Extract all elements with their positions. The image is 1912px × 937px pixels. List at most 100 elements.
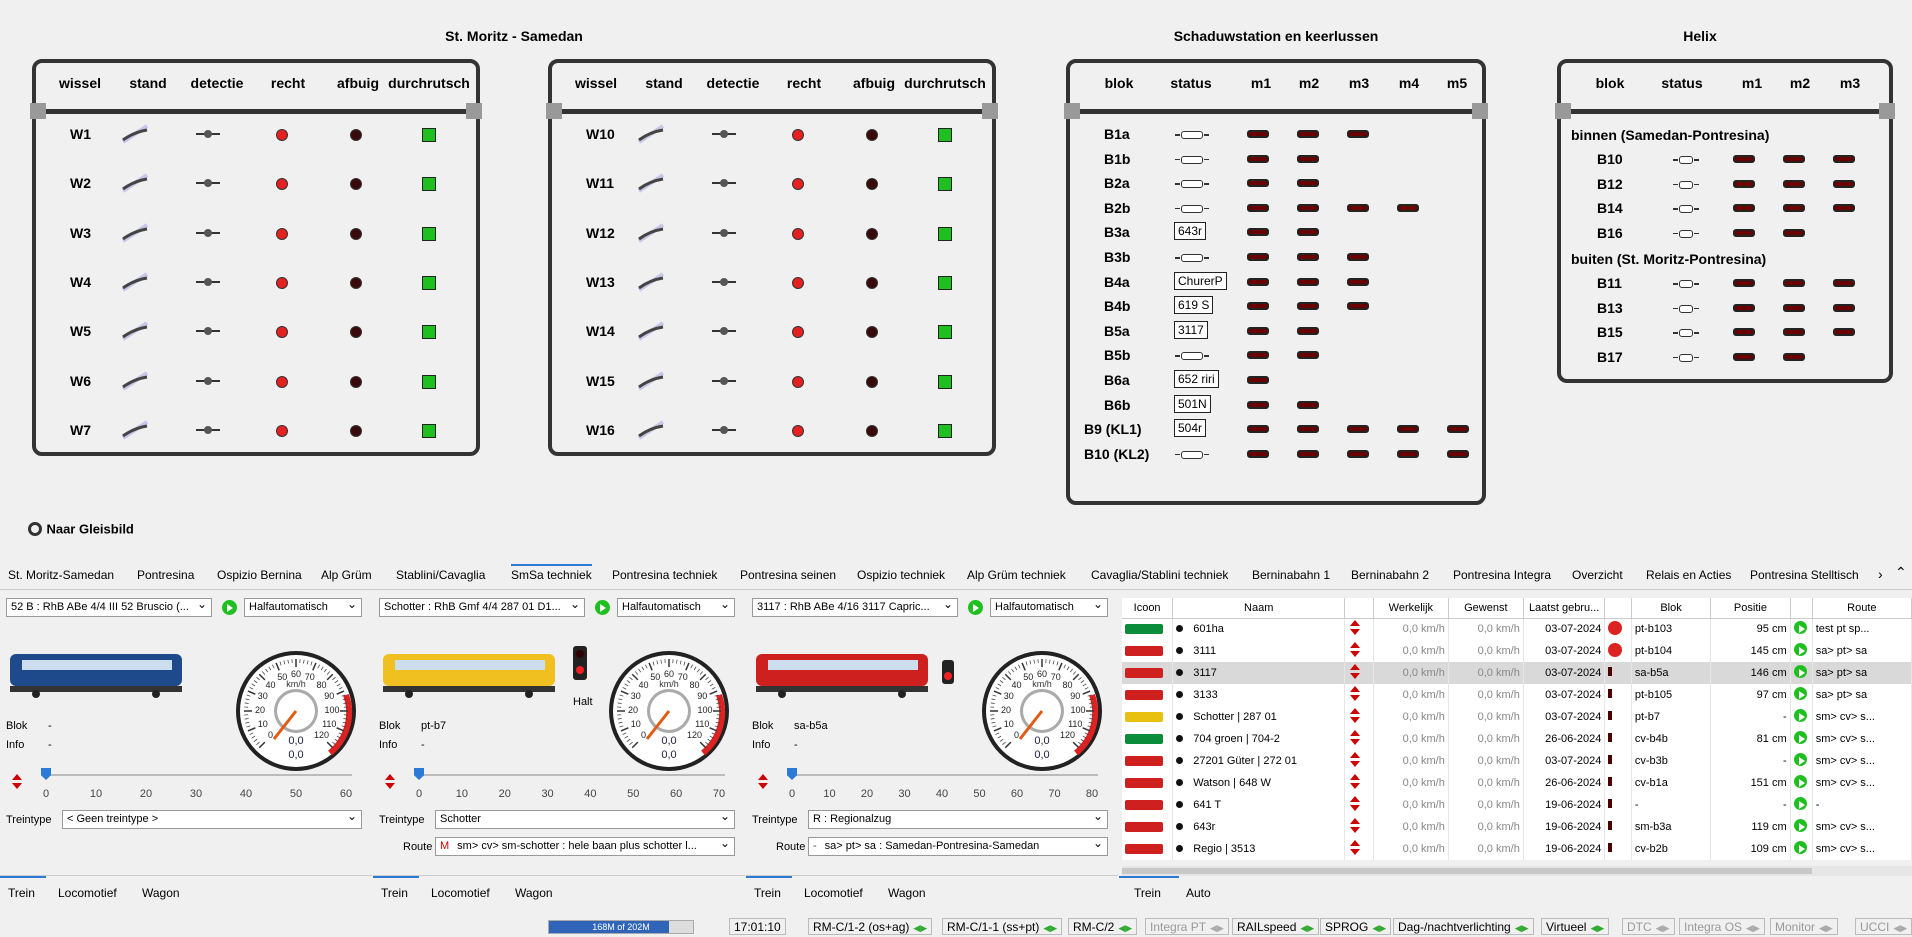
- tab-pontresina-techniek[interactable]: Pontresina techniek: [612, 568, 717, 582]
- throttle-tab[interactable]: Locomotief: [804, 886, 863, 900]
- direction-arrows-icon[interactable]: [10, 773, 24, 791]
- connection-status[interactable]: SPROG ◀▶: [1320, 918, 1392, 935]
- connection-status[interactable]: RM-C/1-1 (ss+pt) ◀▶: [942, 918, 1063, 935]
- switch-position-icon[interactable]: [120, 169, 150, 199]
- play-icon[interactable]: [1790, 640, 1813, 662]
- tab-smsa-techniek[interactable]: SmSa techniek: [511, 564, 592, 582]
- tab-stablini-cavaglia[interactable]: Stablini/Cavaglia: [396, 568, 485, 582]
- column-header[interactable]: [1790, 598, 1813, 619]
- table-tab[interactable]: Auto: [1186, 886, 1211, 900]
- tab-pontresina-seinen[interactable]: Pontresina seinen: [740, 568, 836, 582]
- direction-icon[interactable]: [1344, 750, 1374, 772]
- naar-gleisbild-button[interactable]: Naar Gleisbild: [28, 520, 134, 538]
- mode-select[interactable]: Halfautomatisch: [244, 598, 362, 617]
- mode-select[interactable]: Halfautomatisch: [990, 598, 1108, 617]
- chevron-up-icon[interactable]: ⌃: [1895, 564, 1907, 581]
- throttle-tab[interactable]: Wagon: [142, 886, 180, 900]
- tab-berninabahn-2[interactable]: Berninabahn 2: [1351, 568, 1429, 582]
- tab-berninabahn-1[interactable]: Berninabahn 1: [1252, 568, 1330, 582]
- loco-select[interactable]: Schotter : RhB Gmf 4/4 287 01 D1...: [379, 598, 585, 617]
- throttle-tab[interactable]: Trein: [8, 886, 35, 900]
- table-row[interactable]: 643r 0,0 km/h 0,0 km/h 19-06-2024 sm-b3a…: [1122, 816, 1912, 838]
- column-header[interactable]: Werkelijk: [1373, 598, 1449, 619]
- switch-position-icon[interactable]: [636, 367, 666, 397]
- play-icon[interactable]: [1790, 662, 1813, 684]
- switch-position-icon[interactable]: [120, 367, 150, 397]
- loco-select[interactable]: 52 B : RhB ABe 4/4 III 52 Bruscio (...: [6, 598, 212, 617]
- table-row[interactable]: 601ha 0,0 km/h 0,0 km/h 03-07-2024 pt-b1…: [1122, 618, 1912, 640]
- speed-slider[interactable]: [414, 768, 725, 780]
- table-row[interactable]: 641 T 0,0 km/h 0,0 km/h 19-06-2024 - - -: [1122, 794, 1912, 816]
- play-icon[interactable]: [1790, 684, 1813, 706]
- play-icon[interactable]: [1790, 706, 1813, 728]
- direction-icon[interactable]: [1344, 684, 1374, 706]
- throttle-tab[interactable]: Wagon: [888, 886, 926, 900]
- direction-icon[interactable]: [1344, 772, 1374, 794]
- tab-relais-en-acties[interactable]: Relais en Acties: [1646, 568, 1731, 582]
- throttle-tab[interactable]: Wagon: [515, 886, 553, 900]
- play-icon[interactable]: [1790, 772, 1813, 794]
- direction-arrows-icon[interactable]: [756, 773, 770, 791]
- play-icon[interactable]: [968, 600, 983, 615]
- connection-status[interactable]: Monitor ◀▶: [1770, 918, 1838, 935]
- column-header[interactable]: [1604, 598, 1632, 619]
- direction-icon[interactable]: [1344, 794, 1374, 816]
- connection-status[interactable]: Virtueel ◀▶: [1541, 918, 1610, 935]
- connection-status[interactable]: Integra PT ◀▶: [1145, 918, 1229, 935]
- play-icon[interactable]: [222, 600, 237, 615]
- speed-slider[interactable]: [787, 768, 1098, 780]
- mode-select[interactable]: Halfautomatisch: [617, 598, 735, 617]
- tab-pontresina[interactable]: Pontresina: [137, 568, 194, 582]
- connection-status[interactable]: Integra OS ◀▶: [1679, 918, 1765, 935]
- table-row[interactable]: 27201 Güter | 272 01 0,0 km/h 0,0 km/h 0…: [1122, 750, 1912, 772]
- play-icon[interactable]: [595, 600, 610, 615]
- table-row[interactable]: Regio | 3513 0,0 km/h 0,0 km/h 19-06-202…: [1122, 838, 1912, 860]
- column-header[interactable]: Route: [1812, 598, 1912, 619]
- direction-icon[interactable]: [1344, 662, 1374, 684]
- switch-position-icon[interactable]: [120, 120, 150, 150]
- switch-position-icon[interactable]: [636, 169, 666, 199]
- column-header[interactable]: Gewenst: [1448, 598, 1524, 619]
- horizontal-scrollbar[interactable]: [1122, 866, 1912, 876]
- speed-slider[interactable]: [41, 768, 352, 780]
- table-row[interactable]: Schotter | 287 01 0,0 km/h 0,0 km/h 03-0…: [1122, 706, 1912, 728]
- throttle-tab[interactable]: Locomotief: [58, 886, 117, 900]
- table-row[interactable]: 3111 0,0 km/h 0,0 km/h 03-07-2024 pt-b10…: [1122, 640, 1912, 662]
- tab-pontresina-stelltisch[interactable]: Pontresina Stelltisch: [1750, 568, 1859, 582]
- play-icon[interactable]: [1790, 838, 1813, 860]
- column-header[interactable]: Blok: [1631, 598, 1712, 619]
- table-tab[interactable]: Trein: [1134, 886, 1161, 900]
- direction-icon[interactable]: [1344, 728, 1374, 750]
- connection-status[interactable]: RM-C/1-2 (os+ag) ◀▶: [808, 918, 933, 935]
- column-header[interactable]: Icoon: [1122, 598, 1174, 619]
- play-icon[interactable]: [1790, 728, 1813, 750]
- switch-position-icon[interactable]: [636, 416, 666, 446]
- connection-status[interactable]: UCCI ◀▶: [1855, 918, 1912, 935]
- column-header[interactable]: Positie: [1710, 598, 1791, 619]
- chevron-right-icon[interactable]: ›: [1878, 566, 1883, 582]
- table-row[interactable]: 704 groen | 704-2 0,0 km/h 0,0 km/h 26-0…: [1122, 728, 1912, 750]
- direction-icon[interactable]: [1344, 706, 1374, 728]
- connection-status[interactable]: RM-C/2 ◀▶: [1068, 918, 1138, 935]
- column-header[interactable]: Naam: [1172, 598, 1346, 619]
- throttle-tab[interactable]: Trein: [381, 886, 408, 900]
- table-row[interactable]: 3117 0,0 km/h 0,0 km/h 03-07-2024 sa-b5a…: [1122, 662, 1912, 684]
- treintype-select[interactable]: Schotter: [435, 810, 735, 829]
- tab-ospizio-techniek[interactable]: Ospizio techniek: [857, 568, 945, 582]
- connection-status[interactable]: Dag-/nachtverlichting ◀▶: [1393, 918, 1534, 935]
- direction-icon[interactable]: [1344, 640, 1374, 662]
- column-header[interactable]: [1344, 598, 1374, 619]
- table-row[interactable]: 3133 0,0 km/h 0,0 km/h 03-07-2024 pt-b10…: [1122, 684, 1912, 706]
- tab-pontresina-integra[interactable]: Pontresina Integra: [1453, 568, 1551, 582]
- play-icon[interactable]: [1790, 618, 1813, 640]
- route-select[interactable]: Msm> cv> sm-schotter : hele baan plus sc…: [435, 837, 735, 856]
- play-icon[interactable]: [1790, 816, 1813, 838]
- switch-position-icon[interactable]: [636, 268, 666, 298]
- connection-status[interactable]: DTC ◀▶: [1622, 918, 1675, 935]
- column-header[interactable]: Laatst gebru...: [1523, 598, 1606, 619]
- direction-icon[interactable]: [1344, 618, 1374, 640]
- tab-alp-gr-m-techniek[interactable]: Alp Grüm techniek: [967, 568, 1066, 582]
- switch-position-icon[interactable]: [120, 219, 150, 249]
- route-select[interactable]: - sa> pt> sa : Samedan-Pontresina-Samedan: [808, 837, 1108, 856]
- throttle-tab[interactable]: Trein: [754, 886, 781, 900]
